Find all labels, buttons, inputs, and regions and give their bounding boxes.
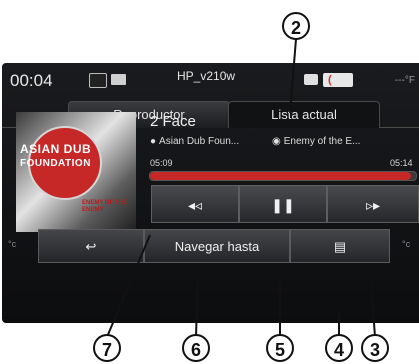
album-icon: ◉	[272, 136, 281, 147]
total-time: 05:14	[390, 158, 413, 168]
previous-icon: ◂◃	[187, 197, 203, 213]
track-title: 2 Face	[150, 113, 196, 130]
notification-icon	[304, 74, 318, 85]
callout-5: 5	[266, 334, 294, 362]
outside-temperature: ---°F	[394, 75, 415, 86]
callout-6: 6	[182, 334, 210, 362]
progress-bar[interactable]	[149, 171, 417, 181]
list-menu-icon: ▤	[333, 239, 347, 254]
left-climate-unit: °c	[8, 239, 17, 249]
album-art: ASIAN DUB FOUNDATION ENEMY OF THE ENEMY	[16, 112, 136, 232]
status-bar: 00:04 HP_v210w ( ---°F	[2, 63, 419, 99]
map-icon	[89, 73, 107, 88]
back-icon: ↩	[85, 239, 97, 254]
next-track-button[interactable]: ▹▸	[327, 185, 419, 223]
infotainment-screen: 00:04 HP_v210w ( ---°F Reproductor Lista…	[2, 63, 419, 323]
album-art-text: FOUNDATION	[20, 158, 91, 169]
tab-lista-actual[interactable]: Lista actual	[228, 101, 380, 128]
previous-track-button[interactable]: ◂◃	[151, 185, 239, 223]
tab-label: Lista actual	[271, 107, 337, 122]
menu-button[interactable]: ▤	[290, 229, 390, 263]
track-artist: ● Asian Dub Foun...	[150, 136, 240, 147]
callout-7: 7	[93, 334, 121, 362]
callout-3: 3	[361, 334, 389, 362]
browse-label: Navegar hasta	[174, 239, 260, 254]
next-icon: ▹▸	[365, 197, 381, 213]
elapsed-time: 05:09	[150, 158, 173, 168]
album-art-text: ASIAN DUB	[20, 142, 92, 156]
artist-icon: ●	[150, 136, 157, 147]
pause-button[interactable]: ❚❚	[239, 185, 327, 223]
callout-4: 4	[325, 334, 353, 362]
callout-2: 2	[282, 12, 310, 40]
album-art-subtitle: ENEMY OF THE ENEMY	[82, 200, 127, 213]
browse-button[interactable]: Navegar hasta	[144, 229, 290, 263]
media-source-icon	[111, 74, 126, 85]
phone-icon: (	[323, 73, 353, 87]
progress-fill	[150, 172, 411, 180]
bottom-bar: °c ↩ Navegar hasta ▤ °c	[2, 229, 419, 263]
pause-icon: ❚❚	[271, 197, 295, 213]
right-climate-unit: °c	[402, 239, 411, 249]
track-album: ◉ Enemy of the E...	[272, 136, 361, 147]
device-name: HP_v210w	[177, 69, 236, 83]
back-button[interactable]: ↩	[38, 229, 144, 263]
clock: 00:04	[10, 71, 53, 90]
transport-controls: ◂◃ ❚❚ ▹▸	[151, 185, 419, 223]
